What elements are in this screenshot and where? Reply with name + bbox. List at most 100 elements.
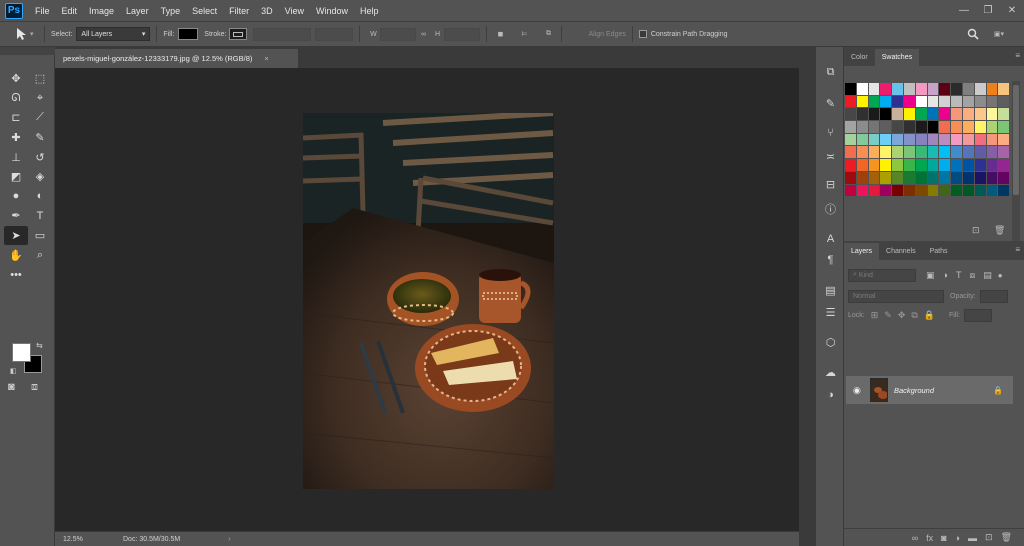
paint-bucket-tool-icon[interactable]: ◈	[28, 167, 52, 187]
swatch-cell[interactable]	[856, 146, 868, 159]
crop-tool-icon[interactable]: ⊏	[4, 108, 28, 128]
path-arrangement-icon[interactable]: ⧉	[541, 28, 555, 40]
swatch-cell[interactable]	[856, 171, 868, 184]
swatch-cell[interactable]	[951, 121, 962, 133]
swatch-cell[interactable]	[915, 133, 927, 146]
swatch-cell[interactable]	[927, 121, 939, 133]
swatch-cell[interactable]	[868, 95, 880, 108]
layer-row-background[interactable]: ◉ Background 🔒	[846, 376, 1013, 404]
swatch-cell[interactable]	[939, 146, 951, 159]
swatch-cell[interactable]	[856, 133, 868, 146]
swatch-cell[interactable]	[986, 159, 998, 171]
pen-tool-icon[interactable]: ✒	[4, 206, 28, 226]
swatch-cell[interactable]	[974, 159, 986, 171]
swatch-cell[interactable]	[939, 121, 951, 133]
path-alignment-icon[interactable]: ⊨	[517, 28, 531, 40]
swap-colors-icon[interactable]: ⇆	[36, 341, 43, 350]
adjustments-icon[interactable]: ≍	[823, 149, 838, 164]
swatch-cell[interactable]	[845, 133, 856, 146]
move-tool-icon[interactable]: ✥	[4, 69, 28, 89]
swatch-cell[interactable]	[868, 159, 880, 171]
swatch-cell[interactable]	[915, 159, 927, 171]
swatch-cell[interactable]	[962, 108, 974, 121]
lock-position-icon[interactable]: ✥	[898, 310, 906, 321]
swatch-cell[interactable]	[903, 146, 915, 159]
swatch-cell[interactable]	[962, 159, 974, 171]
swatch-cell[interactable]	[880, 159, 892, 171]
swatch-cell[interactable]	[880, 146, 892, 159]
status-menu-arrow[interactable]: ›	[228, 536, 230, 543]
brush-settings-icon[interactable]: ✎	[823, 96, 838, 111]
swatch-cell[interactable]	[939, 184, 951, 197]
brush-tool-icon[interactable]: ✎	[28, 128, 52, 148]
swatch-cell[interactable]	[856, 108, 868, 121]
document-tab[interactable]: pexels-miguel-gonzález-12333179.jpg @ 12…	[55, 49, 298, 68]
toolbar-header[interactable]	[0, 47, 55, 55]
fill-swatch[interactable]	[178, 28, 199, 40]
swatch-cell[interactable]	[892, 133, 903, 146]
fx-icon[interactable]: fx	[926, 533, 933, 543]
swatch-cell[interactable]	[892, 121, 903, 133]
menu-edit[interactable]: Edit	[62, 6, 78, 16]
cc-libraries-icon[interactable]: ☁	[823, 365, 838, 380]
menu-help[interactable]: Help	[360, 6, 379, 16]
menu-layer[interactable]: Layer	[126, 6, 149, 16]
swatch-cell[interactable]	[939, 159, 951, 171]
clone-stamp-tool-icon[interactable]: ⊥	[4, 147, 28, 167]
swatch-cell[interactable]	[892, 171, 903, 184]
swatch-cell[interactable]	[927, 108, 939, 121]
swatch-cell[interactable]	[880, 121, 892, 133]
libraries-icon[interactable]: ▤	[823, 283, 838, 298]
swatch-cell[interactable]	[903, 83, 915, 95]
path-operations-icon[interactable]: ◼	[493, 28, 507, 40]
history-panel-icon[interactable]: ⧉	[823, 65, 838, 80]
filter-type-icon[interactable]: T	[956, 270, 962, 280]
swatch-cell[interactable]	[927, 95, 939, 108]
add-mask-icon[interactable]: ◙	[941, 533, 946, 543]
swatch-cell[interactable]	[927, 133, 939, 146]
eye-icon[interactable]: ◉	[853, 385, 861, 396]
swatch-cell[interactable]	[986, 171, 998, 184]
notes-icon[interactable]: ☰	[823, 305, 838, 320]
swatch-cell[interactable]	[845, 184, 856, 197]
swatch-cell[interactable]	[986, 83, 998, 95]
swatch-cell[interactable]	[998, 171, 1010, 184]
height-field[interactable]	[444, 27, 481, 41]
swatch-cell[interactable]	[974, 108, 986, 121]
paragraph-panel-icon[interactable]: ¶	[823, 252, 838, 267]
swatch-cell[interactable]	[868, 121, 880, 133]
swatch-cell[interactable]	[892, 184, 903, 197]
swatch-cell[interactable]	[927, 146, 939, 159]
swatch-cell[interactable]	[868, 133, 880, 146]
swatch-cell[interactable]	[998, 184, 1010, 197]
lock-artboard-icon[interactable]: ⧉	[911, 310, 917, 321]
swatch-cell[interactable]	[974, 171, 986, 184]
document-image[interactable]	[303, 113, 554, 489]
swatch-cell[interactable]	[880, 171, 892, 184]
swatch-cell[interactable]	[856, 121, 868, 133]
swatch-cell[interactable]	[951, 95, 962, 108]
new-swatch-icon[interactable]: ⊡	[972, 225, 980, 236]
stroke-type-dropdown[interactable]	[315, 27, 354, 41]
menu-view[interactable]: View	[285, 6, 304, 16]
swatch-cell[interactable]	[903, 121, 915, 133]
workspace-icon[interactable]: ▣▾	[992, 28, 1006, 40]
menu-window[interactable]: Window	[316, 6, 348, 16]
swatch-cell[interactable]	[868, 171, 880, 184]
swatch-cell[interactable]	[986, 146, 998, 159]
rectangle-tool-icon[interactable]: ▭	[28, 226, 52, 246]
swatch-cell[interactable]	[998, 159, 1010, 171]
lock-all-icon[interactable]: 🔒	[924, 310, 935, 321]
tab-color[interactable]: Color	[844, 49, 875, 66]
swatch-cell[interactable]	[915, 121, 927, 133]
vertical-scrollbar[interactable]	[799, 47, 815, 546]
swatch-cell[interactable]	[998, 83, 1010, 95]
stroke-width-field[interactable]	[253, 27, 312, 41]
swatches-scrollbar[interactable]	[1012, 81, 1020, 241]
swatch-cell[interactable]	[892, 108, 903, 121]
swatch-cell[interactable]	[974, 121, 986, 133]
swatch-cell[interactable]	[962, 121, 974, 133]
filter-pixel-icon[interactable]: ▣	[926, 270, 935, 281]
filter-smart-object-icon[interactable]: ▤	[983, 270, 992, 281]
swatch-cell[interactable]	[880, 133, 892, 146]
